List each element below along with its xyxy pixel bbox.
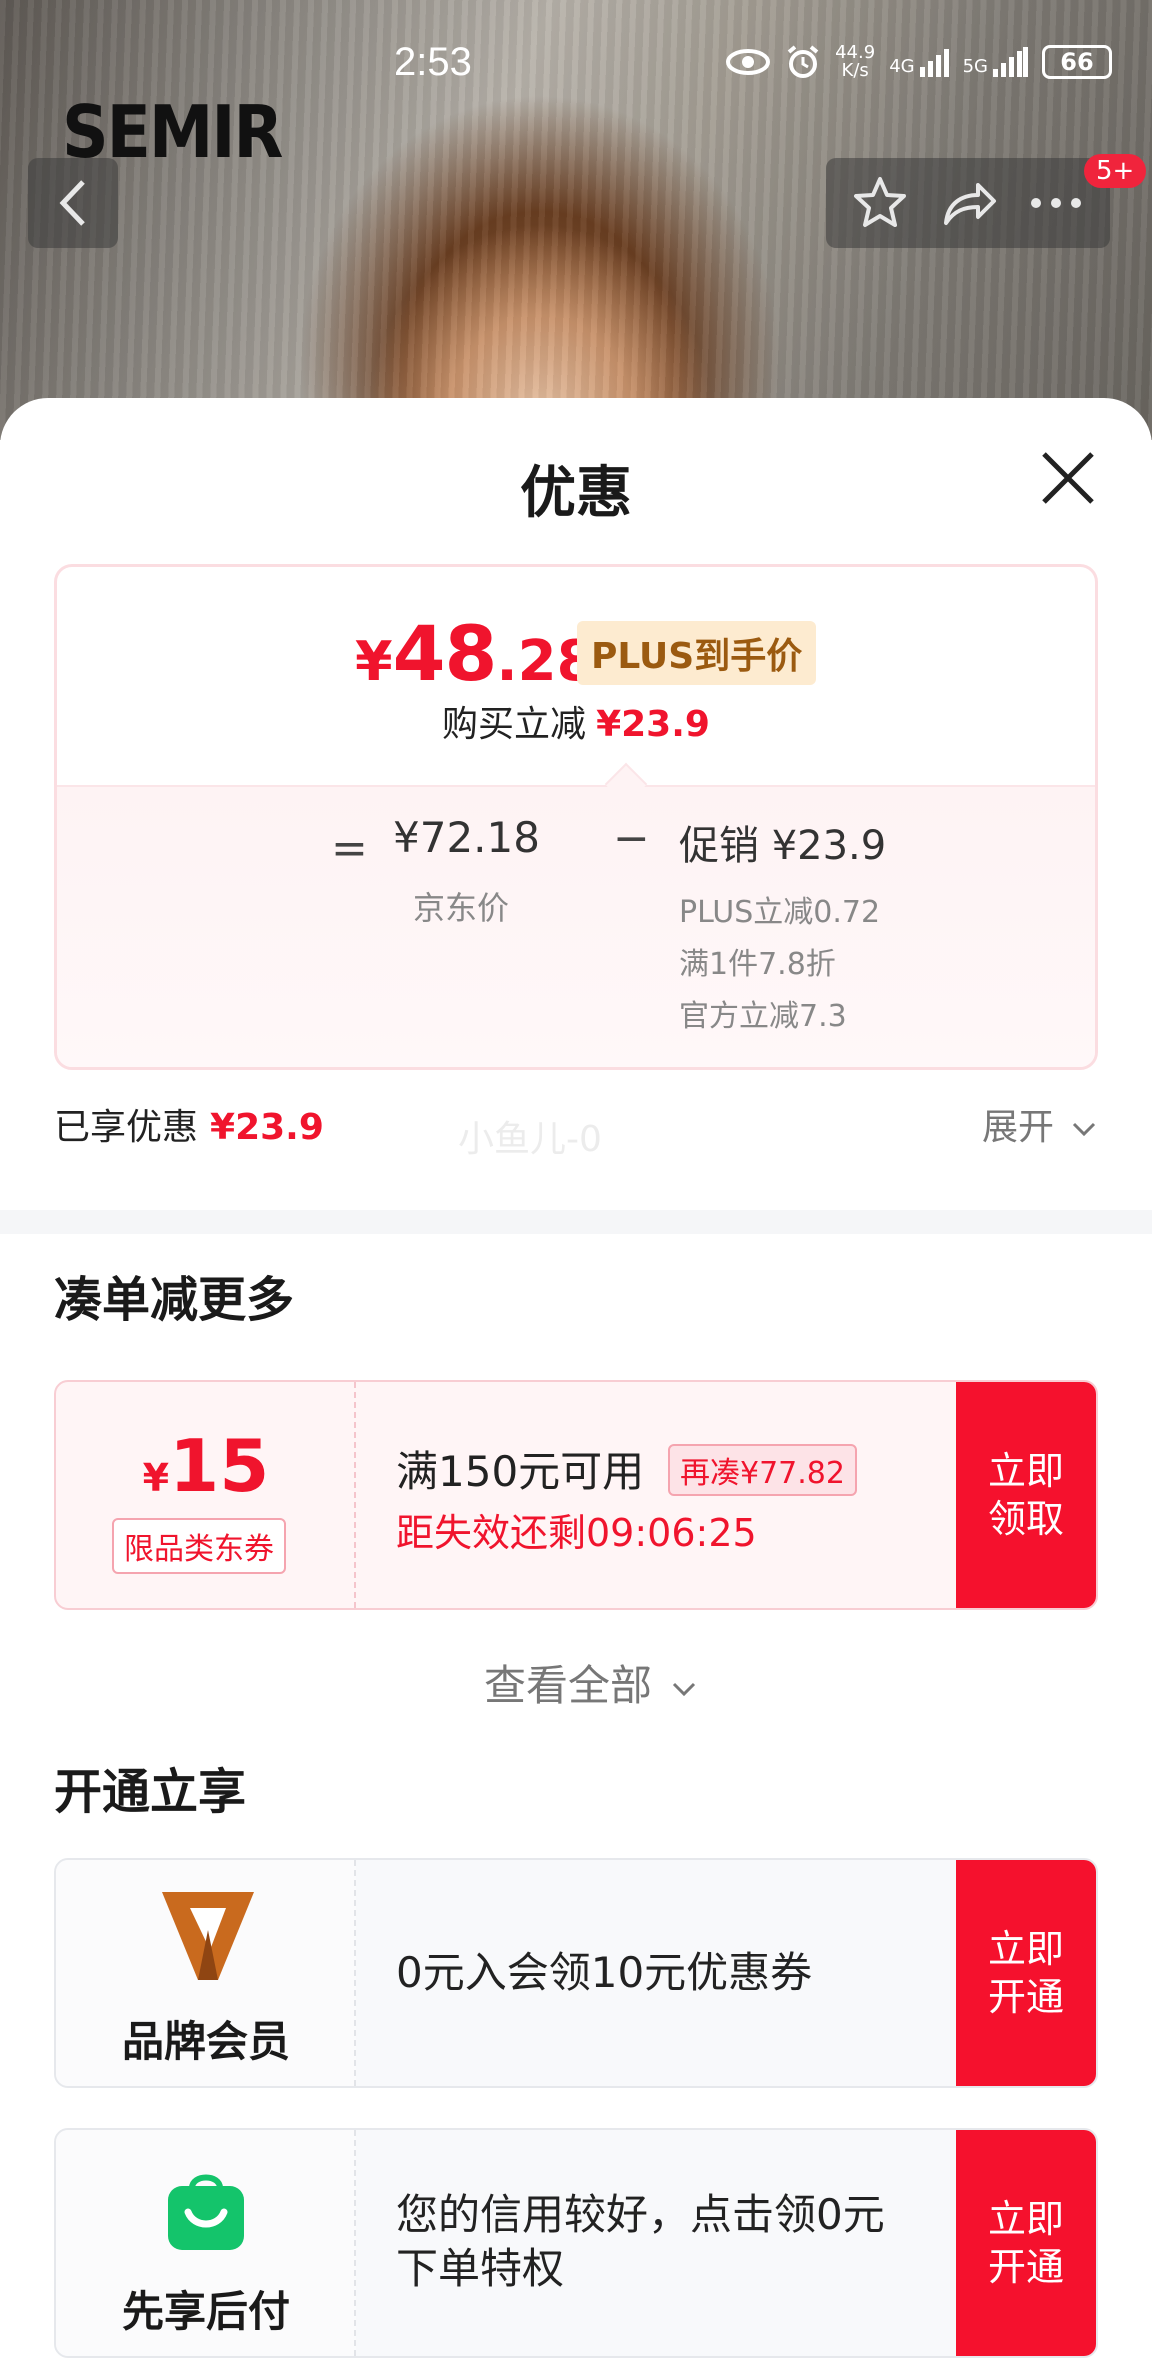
coupon-countdown: 距失效还剩09:06:25 xyxy=(396,1511,757,1555)
benefit-card-pay-later: 先享后付 您的信用较好，点击领0元下单特权 立即 开通 xyxy=(54,2128,1098,2358)
brand-v-icon xyxy=(162,1892,254,1980)
benefit-brand: 先享后付 xyxy=(56,2130,356,2356)
coupon-amount-value: 15 xyxy=(169,1424,270,1508)
message-badge: 5+ xyxy=(1084,154,1147,188)
close-icon[interactable] xyxy=(1038,448,1098,508)
final-price-area: ¥48.28 PLUS到手价 购买立减 ¥23.9 xyxy=(57,567,1095,785)
coupon-value: ¥15 限品类东券 xyxy=(56,1382,356,1608)
purchase-reduce: 购买立减 ¥23.9 xyxy=(57,695,1095,747)
promo-detail: 满1件7.8折 xyxy=(679,947,836,982)
top-actions xyxy=(826,158,1110,248)
back-button[interactable] xyxy=(28,158,118,248)
open-membership-button[interactable]: 立即 开通 xyxy=(956,1860,1096,2086)
enjoyed-amount: ¥23.9 xyxy=(210,1107,324,1148)
signal-5g-label: 5G xyxy=(962,56,988,77)
equals-sign: = xyxy=(331,823,368,874)
coupon-amount: ¥15 xyxy=(56,1424,356,1508)
plus-price-tag: PLUS到手价 xyxy=(577,621,817,685)
alarm-icon xyxy=(787,45,819,78)
enjoyed-discount: 已享优惠 ¥23.9 xyxy=(54,1098,324,1150)
coupon-condition: 满150元可用 xyxy=(396,1447,645,1496)
discount-sheet: 优惠 ¥48.28 PLUS到手价 购买立减 ¥23.9 = ¥72.18 京东价… xyxy=(0,398,1152,2376)
expand-button[interactable]: 展开 xyxy=(982,1098,1097,1150)
view-all-button[interactable]: 查看全部 xyxy=(484,1652,697,1713)
benefit-name: 先享后付 xyxy=(121,2287,290,2336)
coupon-card: ¥15 限品类东券 满150元可用 再凑¥77.82 距失效还剩09:06:25… xyxy=(54,1380,1098,1610)
final-price: ¥48.28 xyxy=(355,609,596,698)
promo-total: 促销 ¥23.9 xyxy=(679,823,887,869)
signal-4g: 4G xyxy=(889,47,949,77)
benefit-name: 品牌会员 xyxy=(121,2017,290,2066)
promo-detail: 官方立减7.3 xyxy=(679,999,847,1034)
reduce-amount: ¥23.9 xyxy=(596,704,710,745)
claim-coupon-button[interactable]: 立即 领取 xyxy=(956,1382,1096,1608)
signal-5g: 5G xyxy=(963,47,1028,77)
sheet-title: 优惠 xyxy=(520,461,632,526)
expand-label: 展开 xyxy=(982,1107,1055,1148)
minus-sign: − xyxy=(613,813,650,864)
price-formula: = ¥72.18 京东价 − 促销 ¥23.9 PLUS立减0.72 满1件7.… xyxy=(57,785,1095,1067)
reduce-label: 购买立减 xyxy=(442,704,587,745)
net-speed-unit: K/s xyxy=(841,60,869,81)
benefit-card-brand-member: 品牌会员 0元入会领10元优惠券 立即 开通 xyxy=(54,1858,1098,2088)
coupon-currency: ¥ xyxy=(142,1456,170,1500)
coupon-gap-badge: 再凑¥77.82 xyxy=(668,1444,857,1496)
jd-price: ¥72.18 xyxy=(393,813,540,862)
promo-detail: PLUS立减0.72 xyxy=(679,895,881,930)
chevron-left-icon xyxy=(59,180,85,226)
final-price-integer: 48 xyxy=(392,609,498,698)
watermark: 小鱼儿-0 xyxy=(458,1119,602,1160)
signal-bars-icon xyxy=(919,49,949,77)
price-breakdown-card: ¥48.28 PLUS到手价 购买立减 ¥23.9 = ¥72.18 京东价 − … xyxy=(54,564,1098,1070)
open-pay-later-button[interactable]: 立即 开通 xyxy=(956,2130,1096,2356)
section-divider xyxy=(0,1210,1152,1234)
status-icons: 44.9 K/s 4G 5G 66 xyxy=(725,44,1112,80)
benefit-section-title: 开通立享 xyxy=(54,1764,247,1820)
coupon-type-badge: 限品类东券 xyxy=(112,1518,286,1574)
jd-price-label: 京东价 xyxy=(413,889,510,927)
network-speed: 44.9 K/s xyxy=(835,44,875,80)
enjoyed-label: 已享优惠 xyxy=(54,1107,199,1148)
chevron-down-icon xyxy=(1073,1122,1096,1137)
share-icon[interactable] xyxy=(938,173,998,233)
view-all-label: 查看全部 xyxy=(484,1661,653,1710)
star-icon[interactable] xyxy=(850,173,910,233)
currency-symbol: ¥ xyxy=(355,630,393,693)
battery-indicator: 66 xyxy=(1042,45,1112,79)
benefit-text: 您的信用较好，点击领0元下单特权 xyxy=(396,2190,885,2293)
signal-bars-icon xyxy=(993,47,1028,77)
benefit-brand: 品牌会员 xyxy=(56,1860,356,2086)
status-time: 2:53 xyxy=(394,40,472,84)
eye-icon xyxy=(726,49,771,75)
benefit-text: 0元入会领10元优惠券 xyxy=(396,1948,813,1997)
more-icon[interactable] xyxy=(1026,193,1086,213)
shopping-bag-icon xyxy=(168,2174,244,2250)
chevron-down-icon xyxy=(673,1682,696,1696)
signal-4g-label: 4G xyxy=(889,56,915,77)
coupon-section-title: 凑单减更多 xyxy=(54,1272,295,1328)
